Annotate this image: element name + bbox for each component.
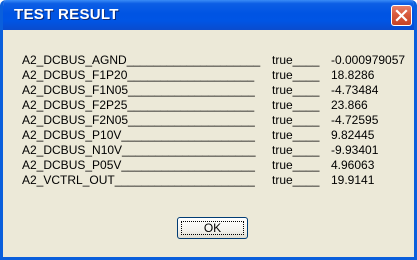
signal-value: 4.96063 bbox=[331, 158, 375, 172]
signal-value: 9.82445 bbox=[331, 128, 375, 142]
signal-status: true____ bbox=[272, 173, 320, 187]
signal-status: true____ bbox=[272, 158, 320, 172]
signal-value: 23.866 bbox=[331, 98, 368, 112]
test-result-dialog: TEST RESULT A2_DCBUS_AGND_______________… bbox=[0, 0, 417, 260]
signal-status: true____ bbox=[272, 143, 320, 157]
signal-name: A2_DCBUS_F1P20___________________ bbox=[22, 68, 255, 82]
signal-status: true____ bbox=[272, 98, 320, 112]
signal-value: -9.93401 bbox=[331, 143, 379, 157]
signal-value: 19.9141 bbox=[331, 173, 375, 187]
signal-status: true____ bbox=[272, 68, 320, 82]
signal-value: -4.73484 bbox=[331, 83, 379, 97]
signal-status: true____ bbox=[272, 53, 320, 67]
signal-value: 18.8286 bbox=[331, 68, 375, 82]
signal-name: A2_DCBUS_P10V____________________ bbox=[22, 128, 255, 142]
signal-status: true____ bbox=[272, 113, 320, 127]
ok-button-label: OK bbox=[203, 221, 222, 235]
signal-name: A2_DCBUS_N10V____________________ bbox=[22, 143, 256, 157]
signal-name: A2_DCBUS_P05V____________________ bbox=[22, 158, 255, 172]
signal-name: A2_DCBUS_F2P25___________________ bbox=[22, 98, 255, 112]
close-button[interactable] bbox=[391, 5, 412, 26]
signal-value: -0.000979057 bbox=[331, 53, 406, 67]
signal-status: true____ bbox=[272, 128, 320, 142]
signal-status: true____ bbox=[272, 83, 320, 97]
title-bar[interactable]: TEST RESULT bbox=[3, 0, 414, 30]
results-panel: A2_DCBUS_AGND____________________ true__… bbox=[3, 30, 414, 257]
close-icon bbox=[395, 9, 408, 22]
signal-name: A2_DCBUS_AGND____________________ bbox=[22, 53, 261, 67]
signal-name: A2_DCBUS_F2N05___________________ bbox=[22, 113, 255, 127]
signal-name: A2_VCTRL_OUT_____________________ bbox=[22, 173, 255, 187]
signal-name: A2_DCBUS_F1N05___________________ bbox=[22, 83, 255, 97]
signal-value: -4.72595 bbox=[331, 113, 379, 127]
dialog-title: TEST RESULT bbox=[14, 6, 119, 23]
ok-button[interactable]: OK bbox=[177, 217, 248, 239]
